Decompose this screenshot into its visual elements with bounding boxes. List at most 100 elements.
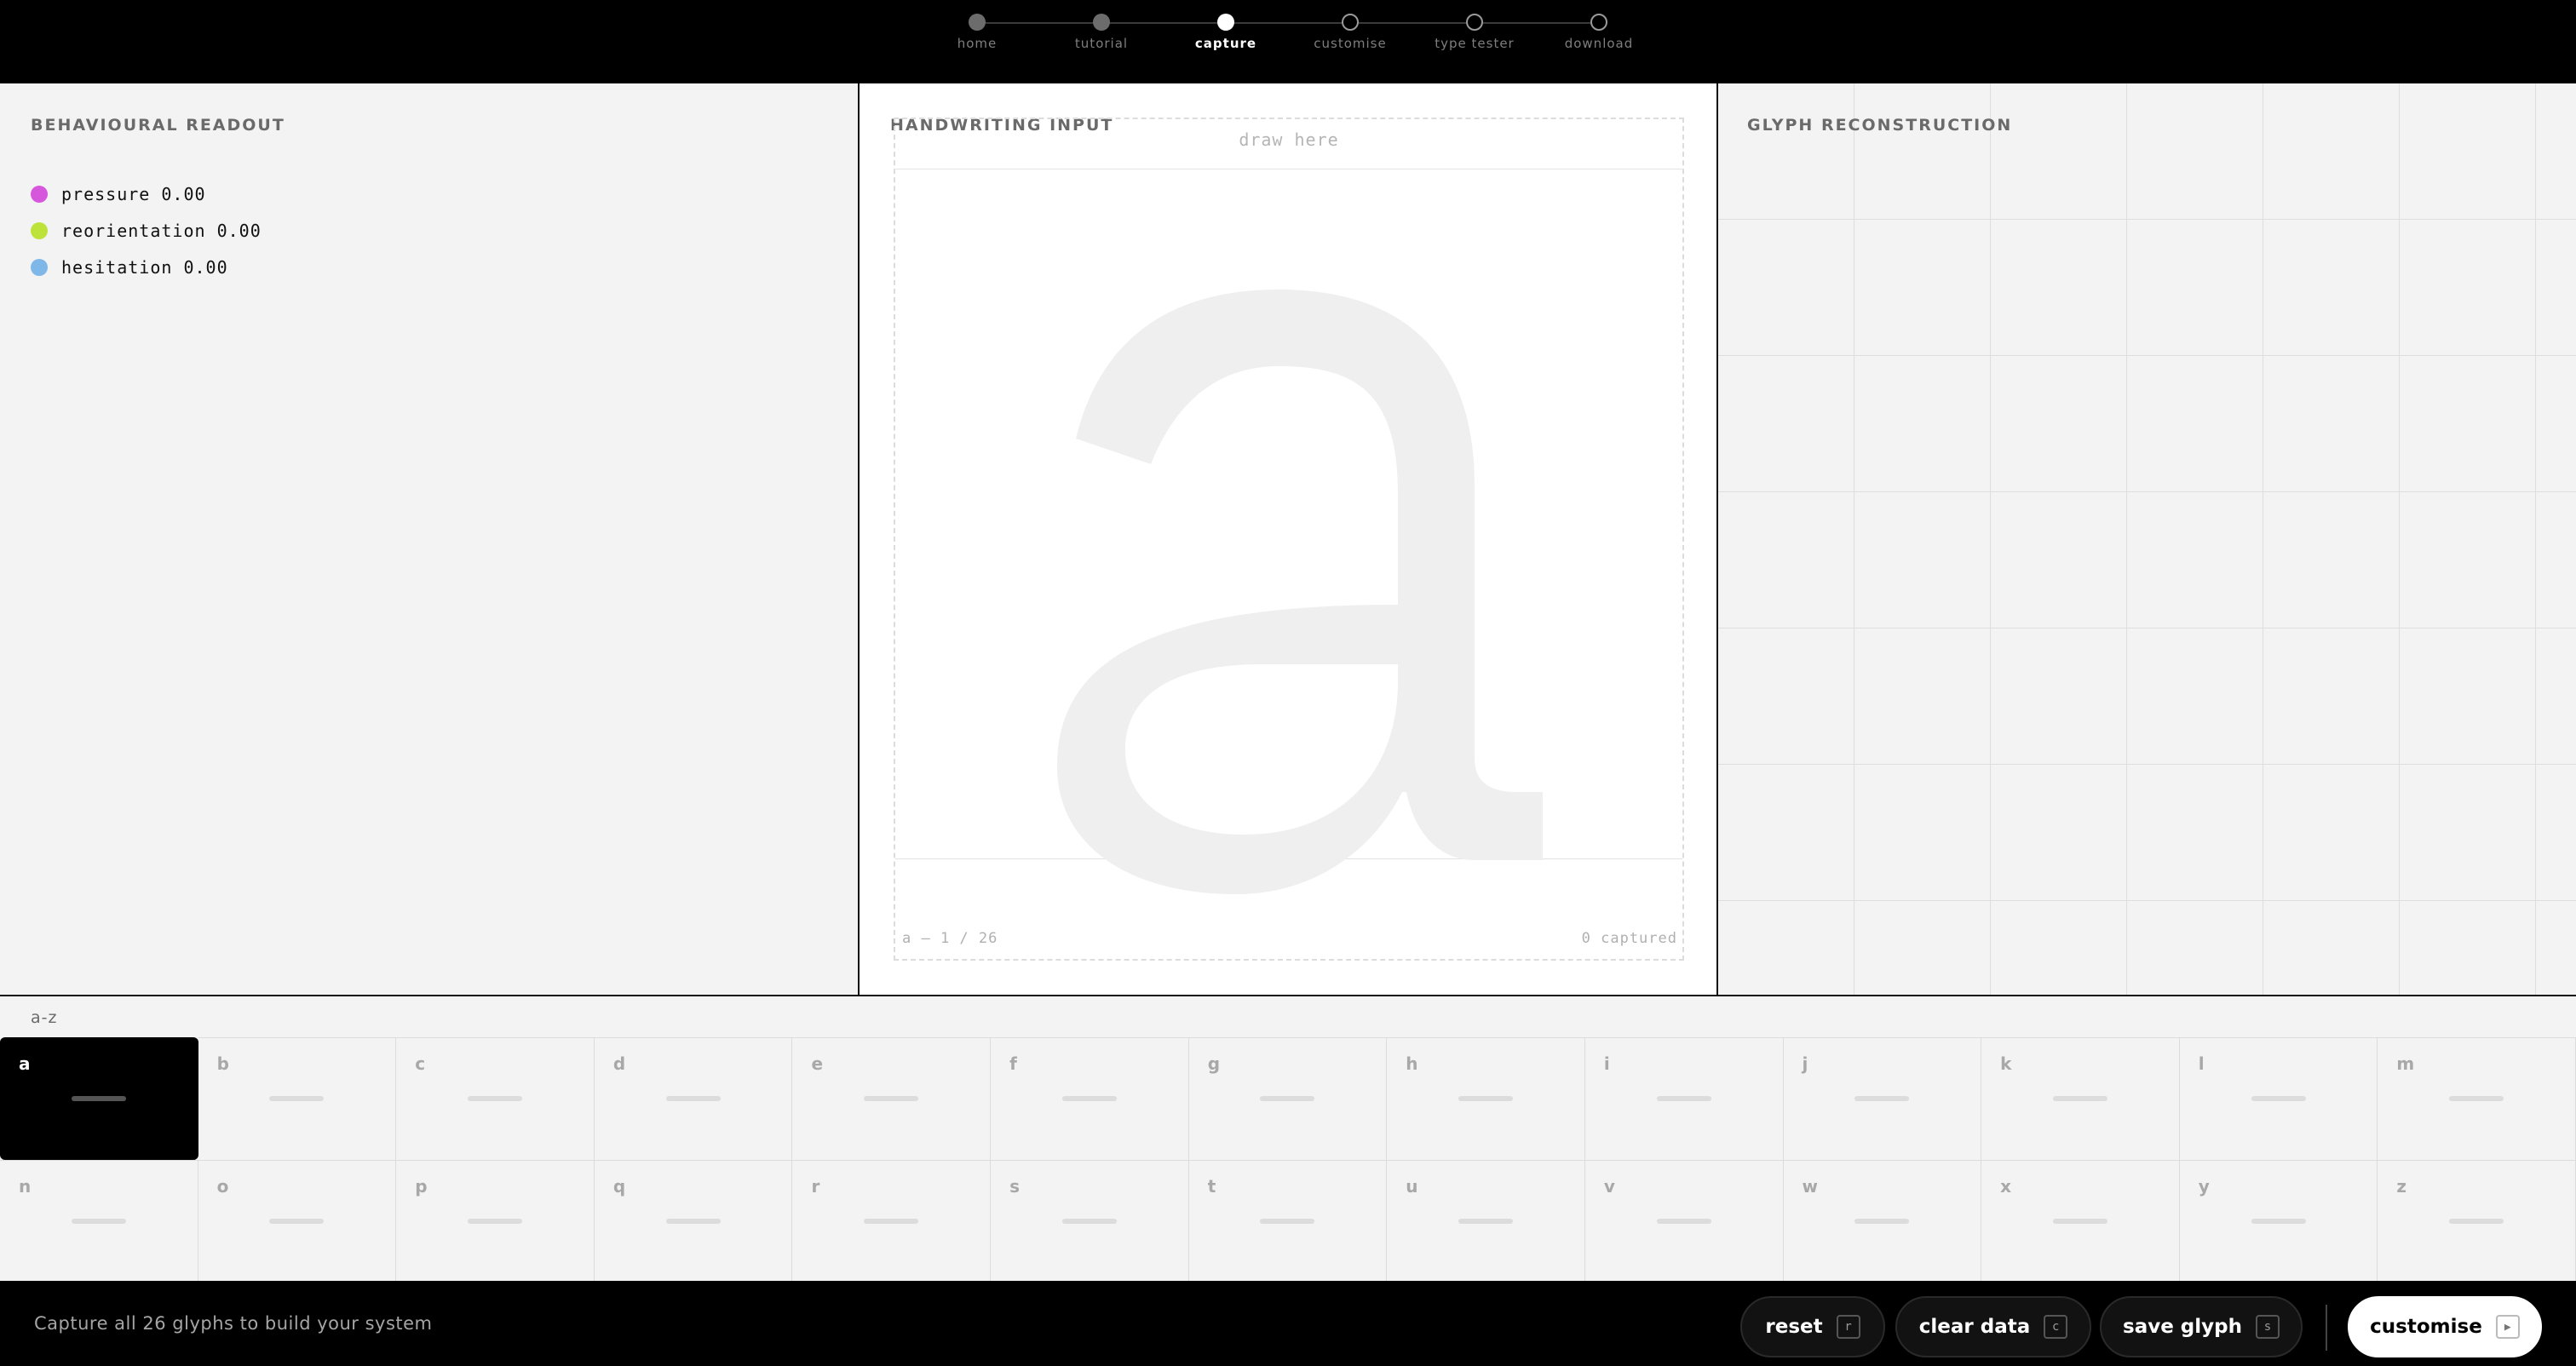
glyph-cell-p[interactable]: p [396,1160,595,1283]
metric-hesitation: hesitation 0.00 [31,249,262,285]
glyph-placeholder [1260,1219,1315,1224]
glyph-placeholder [468,1219,523,1224]
glyph-cell-h[interactable]: h [1387,1037,1585,1160]
glyph-placeholder [269,1096,325,1101]
step-type-tester[interactable]: type tester [1415,0,1534,83]
glyph-placeholder [864,1096,919,1101]
glyph-cell-t[interactable]: t [1188,1160,1388,1283]
glyph-char: s [1009,1176,1020,1197]
behavioural-readout-panel: BEHAVIOURAL READOUT pressure 0.00 reorie… [0,83,858,995]
glyph-cell-g[interactable]: g [1188,1037,1388,1160]
reset-button[interactable]: reset r [1740,1296,1885,1357]
reorientation-dot-icon [31,221,48,239]
glyph-cell-q[interactable]: q [594,1160,793,1283]
glyph-char: r [811,1176,820,1197]
glyph-placeholder [2052,1096,2107,1101]
step-home[interactable]: home [917,0,1037,83]
glyph-char: b [216,1053,229,1074]
glyph-placeholder [1458,1219,1514,1224]
glyph-char: c [415,1053,426,1074]
clear-data-button[interactable]: clear data c [1895,1296,2091,1357]
glyph-cell-f[interactable]: f [991,1037,1189,1160]
step-download[interactable]: download [1539,0,1659,83]
glyph-cell-w[interactable]: w [1783,1160,1982,1283]
step-label: customise [1314,36,1387,51]
glyph-cell-i[interactable]: i [1584,1037,1784,1160]
glyph-placeholder [2449,1219,2504,1224]
glyph-cell-r[interactable]: r [792,1160,992,1283]
glyph-placeholder [1854,1096,1910,1101]
shortcut-key: s [2256,1315,2280,1339]
step-label: capture [1194,36,1257,51]
glyph-char: l [2198,1053,2205,1074]
status-message: Capture all 26 glyphs to build your syst… [34,1313,433,1334]
action-bar: Capture all 26 glyphs to build your syst… [0,1281,2576,1366]
panel-title: GLYPH RECONSTRUCTION [1747,116,2013,135]
step-dot [1342,14,1359,31]
hesitation-dot-icon [31,258,48,276]
grid-label: a-z [31,1008,58,1027]
drawing-canvas[interactable]: draw here a — 1 / 26 0 captured [894,118,1684,961]
glyph-cell-n[interactable]: n [0,1160,198,1283]
button-label: clear data [1918,1316,2031,1338]
glyph-char: t [1207,1176,1216,1197]
glyph-placeholder [468,1096,523,1101]
customise-button[interactable]: customise ▶ [2348,1296,2542,1357]
glyph-char: x [2000,1176,2012,1197]
progress-header: home tutorial capture customise type tes… [0,0,2576,83]
glyph-char: e [811,1053,824,1074]
step-dot-current [1217,14,1234,31]
step-dot [1590,14,1607,31]
glyph-char: g [1207,1053,1221,1074]
handwriting-input-panel: HANDWRITING INPUT draw here a — 1 / 26 0… [858,83,1718,995]
glyph-progress: a — 1 / 26 [902,930,998,947]
step-label: download [1564,36,1634,51]
glyph-cell-z[interactable]: z [2378,1160,2576,1283]
glyph-char: i [1603,1053,1610,1074]
glyph-cell-a[interactable]: a [0,1037,198,1160]
shortcut-key: r [1836,1315,1860,1339]
glyph-cell-s[interactable]: s [991,1160,1189,1283]
button-label: reset [1765,1316,1823,1338]
glyph-char: n [19,1176,32,1197]
glyph-cell-e[interactable]: e [792,1037,992,1160]
glyph-cell-d[interactable]: d [594,1037,793,1160]
glyph-cell-m[interactable]: m [2378,1037,2576,1160]
glyph-placeholder [71,1219,126,1224]
step-customise[interactable]: customise [1291,0,1410,83]
glyph-placeholder [1260,1096,1315,1101]
shortcut-key: c [2044,1315,2068,1339]
glyph-cell-o[interactable]: o [198,1160,397,1283]
pressure-dot-icon [31,185,48,203]
glyph-placeholder [71,1096,126,1101]
glyph-cell-v[interactable]: v [1584,1160,1784,1283]
step-capture[interactable]: capture [1166,0,1285,83]
glyph-cell-x[interactable]: x [1981,1160,2180,1283]
captured-count: 0 captured [1581,930,1677,947]
metric-reorientation: reorientation 0.00 [31,212,262,249]
save-glyph-button[interactable]: save glyph s [2100,1296,2303,1357]
glyph-char: h [1406,1053,1418,1074]
glyph-placeholder [2449,1096,2504,1101]
glyph-placeholder [1458,1096,1514,1101]
play-icon: ▶ [2495,1315,2520,1339]
glyph-cell-y[interactable]: y [2179,1160,2378,1283]
step-dot [969,14,986,31]
glyph-char: d [612,1053,626,1074]
glyph-char: m [2396,1053,2415,1074]
glyph-cell-c[interactable]: c [396,1037,595,1160]
glyph-placeholder [1656,1219,1711,1224]
glyph-cell-k[interactable]: k [1981,1037,2180,1160]
step-label: type tester [1435,36,1515,51]
glyph-char: j [1802,1053,1808,1074]
glyph-cell-l[interactable]: l [2179,1037,2378,1160]
glyph-cell-u[interactable]: u [1387,1160,1585,1283]
step-label: home [957,36,998,51]
divider [2326,1305,2327,1351]
glyph-cell-j[interactable]: j [1783,1037,1982,1160]
glyph-placeholder [1854,1219,1910,1224]
glyph-cell-b[interactable]: b [198,1037,397,1160]
step-tutorial[interactable]: tutorial [1042,0,1161,83]
glyph-placeholder [864,1219,919,1224]
glyph-char: p [415,1176,428,1197]
